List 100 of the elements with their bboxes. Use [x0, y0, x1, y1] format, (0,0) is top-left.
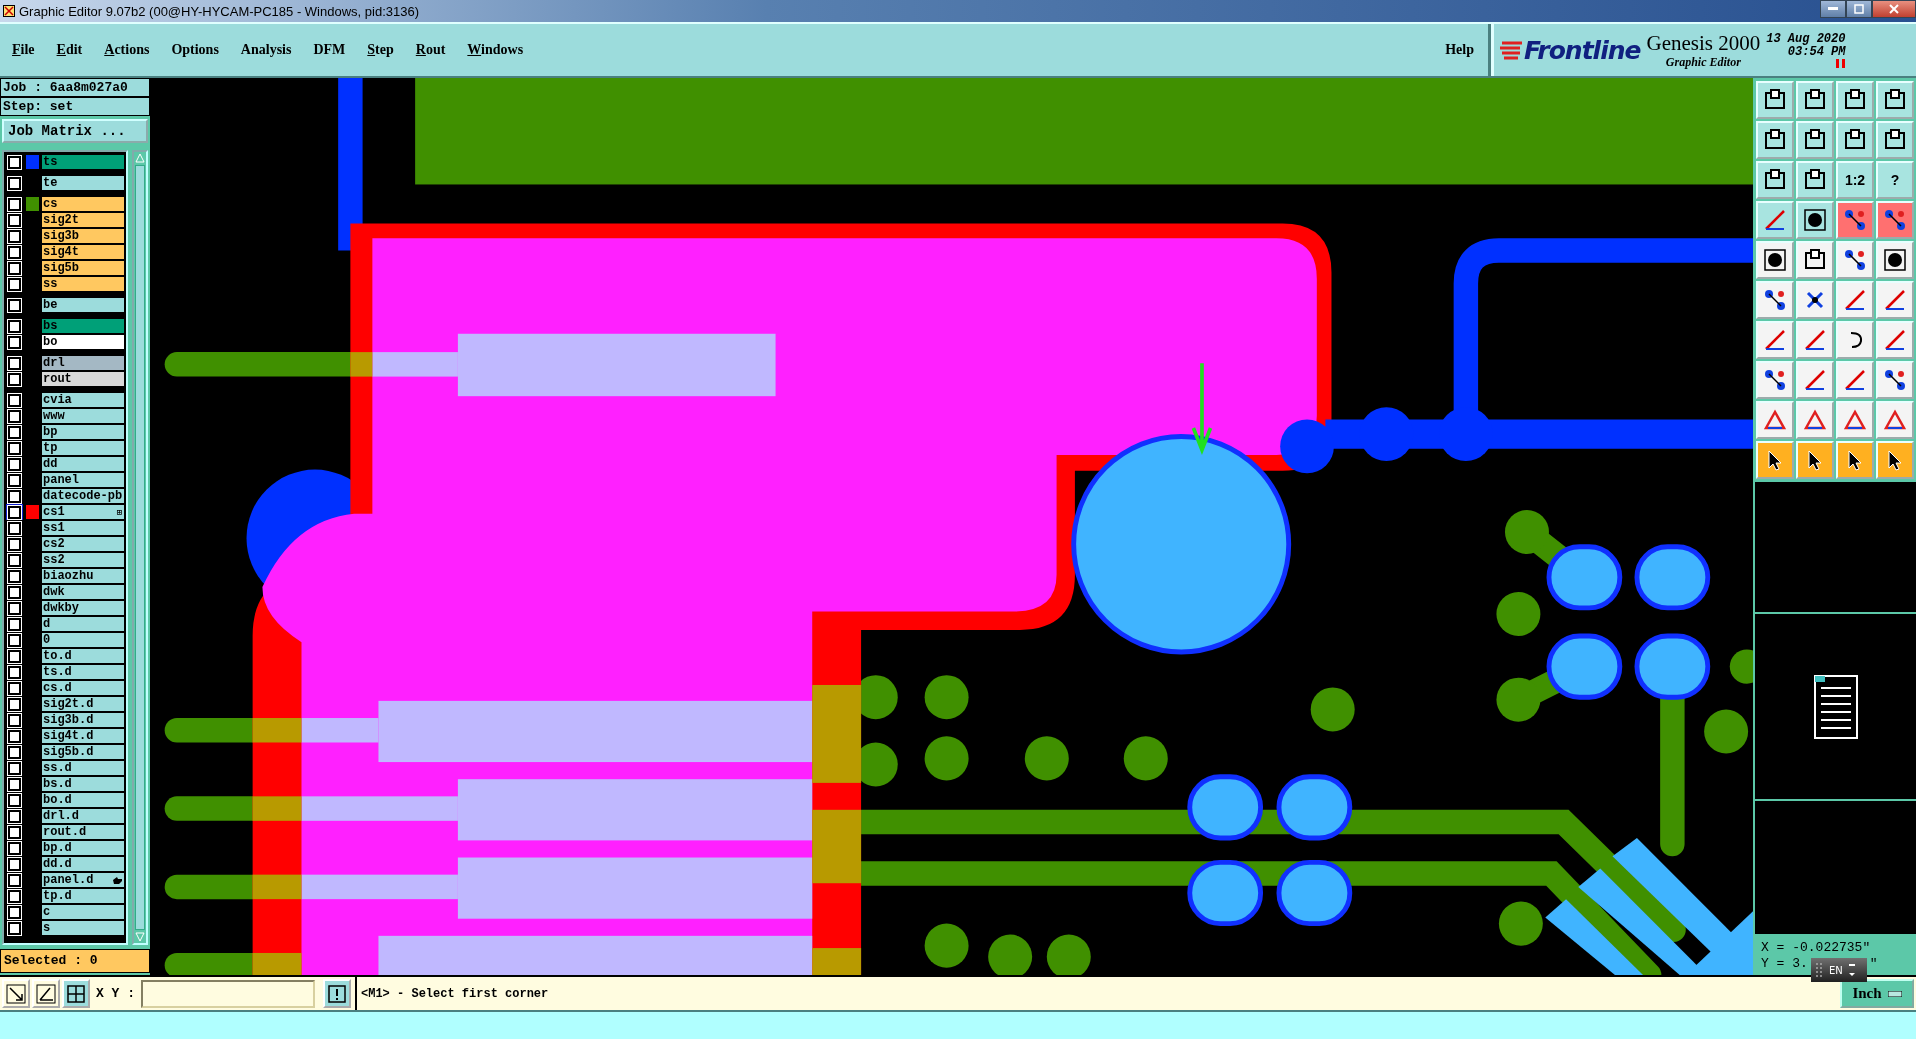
layer-item[interactable]: drl	[42, 356, 125, 370]
layer-item[interactable]: datecode-pb	[42, 489, 125, 503]
tool-button[interactable]	[1756, 241, 1794, 279]
layer-item[interactable]: bo	[42, 335, 125, 349]
layer-item[interactable]: bs.d	[42, 777, 125, 791]
layer-item[interactable]: dd	[42, 457, 125, 471]
tool-button[interactable]	[1876, 361, 1914, 399]
tool-button[interactable]	[1796, 201, 1834, 239]
layer-item[interactable]: ts.d	[42, 665, 125, 679]
layer-item[interactable]: cs	[42, 197, 125, 211]
tool-button[interactable]	[1836, 281, 1874, 319]
menu-item[interactable]: Step	[367, 42, 394, 58]
help-menu[interactable]: Help	[1445, 42, 1474, 58]
menu-item[interactable]: Analysis	[240, 42, 292, 58]
layer-item[interactable]: bp.d	[42, 841, 125, 855]
close-button[interactable]	[1872, 0, 1916, 18]
layer-item[interactable]: dwkby	[42, 601, 125, 615]
tool-button[interactable]	[1836, 81, 1874, 119]
layer-item[interactable]: sig5b.d	[42, 745, 125, 759]
layer-item[interactable]: s	[42, 921, 125, 935]
layer-item[interactable]: be	[42, 298, 125, 312]
layer-item[interactable]: c	[42, 905, 125, 919]
layer-item[interactable]: biaozhu	[42, 569, 125, 583]
tool-button[interactable]	[1836, 321, 1874, 359]
layer-item[interactable]: sig3b	[42, 229, 125, 243]
layer-item[interactable]: sig2t.d	[42, 697, 125, 711]
layer-item[interactable]: cs1 ⊞	[42, 505, 125, 519]
alert-button[interactable]	[323, 979, 351, 1008]
layer-item[interactable]: ss	[42, 277, 125, 291]
layer-item[interactable]: sig5b	[42, 261, 125, 275]
layer-item[interactable]: bp	[42, 425, 125, 439]
tool-button[interactable]	[1796, 321, 1834, 359]
tool-button[interactable]	[1756, 121, 1794, 159]
tool-button[interactable]	[1756, 441, 1794, 479]
layer-item[interactable]: rout	[42, 372, 125, 386]
tool-button[interactable]	[1836, 201, 1874, 239]
layer-item[interactable]: ss2	[42, 553, 125, 567]
layer-item[interactable]: bs	[42, 319, 125, 333]
layer-item[interactable]: sig4t	[42, 245, 125, 259]
layer-item[interactable]: drl.d	[42, 809, 125, 823]
layer-item[interactable]: to.d	[42, 649, 125, 663]
tool-button[interactable]	[1796, 81, 1834, 119]
tool-button[interactable]	[1796, 281, 1834, 319]
units-dropdown[interactable]: Inch	[1840, 979, 1914, 1008]
tool-button[interactable]	[1796, 441, 1834, 479]
layer-item[interactable]: bo.d	[42, 793, 125, 807]
layer-item[interactable]: www	[42, 409, 125, 423]
layer-item[interactable]: d	[42, 617, 125, 631]
layer-item[interactable]: panel	[42, 473, 125, 487]
layer-item[interactable]: cs.d	[42, 681, 125, 695]
menu-item[interactable]: Rout	[415, 42, 446, 58]
tool-button[interactable]	[1796, 241, 1834, 279]
tool-button[interactable]: 1:2	[1836, 161, 1874, 199]
layer-item[interactable]: dwk	[42, 585, 125, 599]
menu-item[interactable]: Options	[171, 42, 219, 58]
layer-item[interactable]: tp	[42, 441, 125, 455]
tool-button[interactable]	[1836, 121, 1874, 159]
menu-item[interactable]: Edit	[56, 42, 83, 58]
layer-item[interactable]: ts	[42, 155, 125, 169]
tool-button[interactable]	[1756, 161, 1794, 199]
menu-item[interactable]: DFM	[313, 42, 346, 58]
layer-item[interactable]: cvia	[42, 393, 125, 407]
maximize-button[interactable]	[1846, 0, 1872, 18]
tool-button[interactable]	[1876, 81, 1914, 119]
tool-button[interactable]	[1876, 321, 1914, 359]
tool-button[interactable]	[1756, 81, 1794, 119]
minimize-button[interactable]	[1820, 0, 1846, 18]
layer-item[interactable]: sig2t	[42, 213, 125, 227]
layer-item[interactable]: rout.d	[42, 825, 125, 839]
menu-item[interactable]: File	[12, 42, 35, 58]
tool-button[interactable]	[1876, 201, 1914, 239]
layer-item[interactable]: sig3b.d	[42, 713, 125, 727]
tool-button[interactable]: ?	[1876, 161, 1914, 199]
tool-button[interactable]	[1836, 361, 1874, 399]
tool-button[interactable]	[1756, 201, 1794, 239]
layer-item[interactable]: te	[42, 176, 125, 190]
layer-item[interactable]: tp.d	[42, 889, 125, 903]
tool-button[interactable]	[1756, 281, 1794, 319]
menu-item[interactable]: Windows	[467, 42, 524, 58]
tool-button[interactable]	[1796, 121, 1834, 159]
layer-item[interactable]: panel.d	[42, 873, 125, 887]
grid-button[interactable]	[62, 979, 90, 1008]
layer-item[interactable]: ss1	[42, 521, 125, 535]
layer-item[interactable]: ss.d	[42, 761, 125, 775]
xy-input-field[interactable]	[141, 979, 315, 1008]
tool-button[interactable]	[1876, 281, 1914, 319]
menu-item[interactable]: Actions	[104, 42, 150, 58]
tool-button[interactable]	[1796, 161, 1834, 199]
tool-button[interactable]	[1796, 361, 1834, 399]
layer-item[interactable]: 0	[42, 633, 125, 647]
tool-button[interactable]	[1836, 441, 1874, 479]
tool-button[interactable]	[1836, 241, 1874, 279]
tool-button[interactable]	[1876, 441, 1914, 479]
tool-button[interactable]	[1876, 121, 1914, 159]
layer-item[interactable]: sig4t.d	[42, 729, 125, 743]
tool-button[interactable]	[1876, 241, 1914, 279]
layer-item[interactable]: cs2	[42, 537, 125, 551]
zoom-box-button[interactable]	[2, 979, 30, 1008]
tool-button[interactable]	[1756, 321, 1794, 359]
job-matrix-button[interactable]: Job Matrix ...	[2, 119, 148, 143]
